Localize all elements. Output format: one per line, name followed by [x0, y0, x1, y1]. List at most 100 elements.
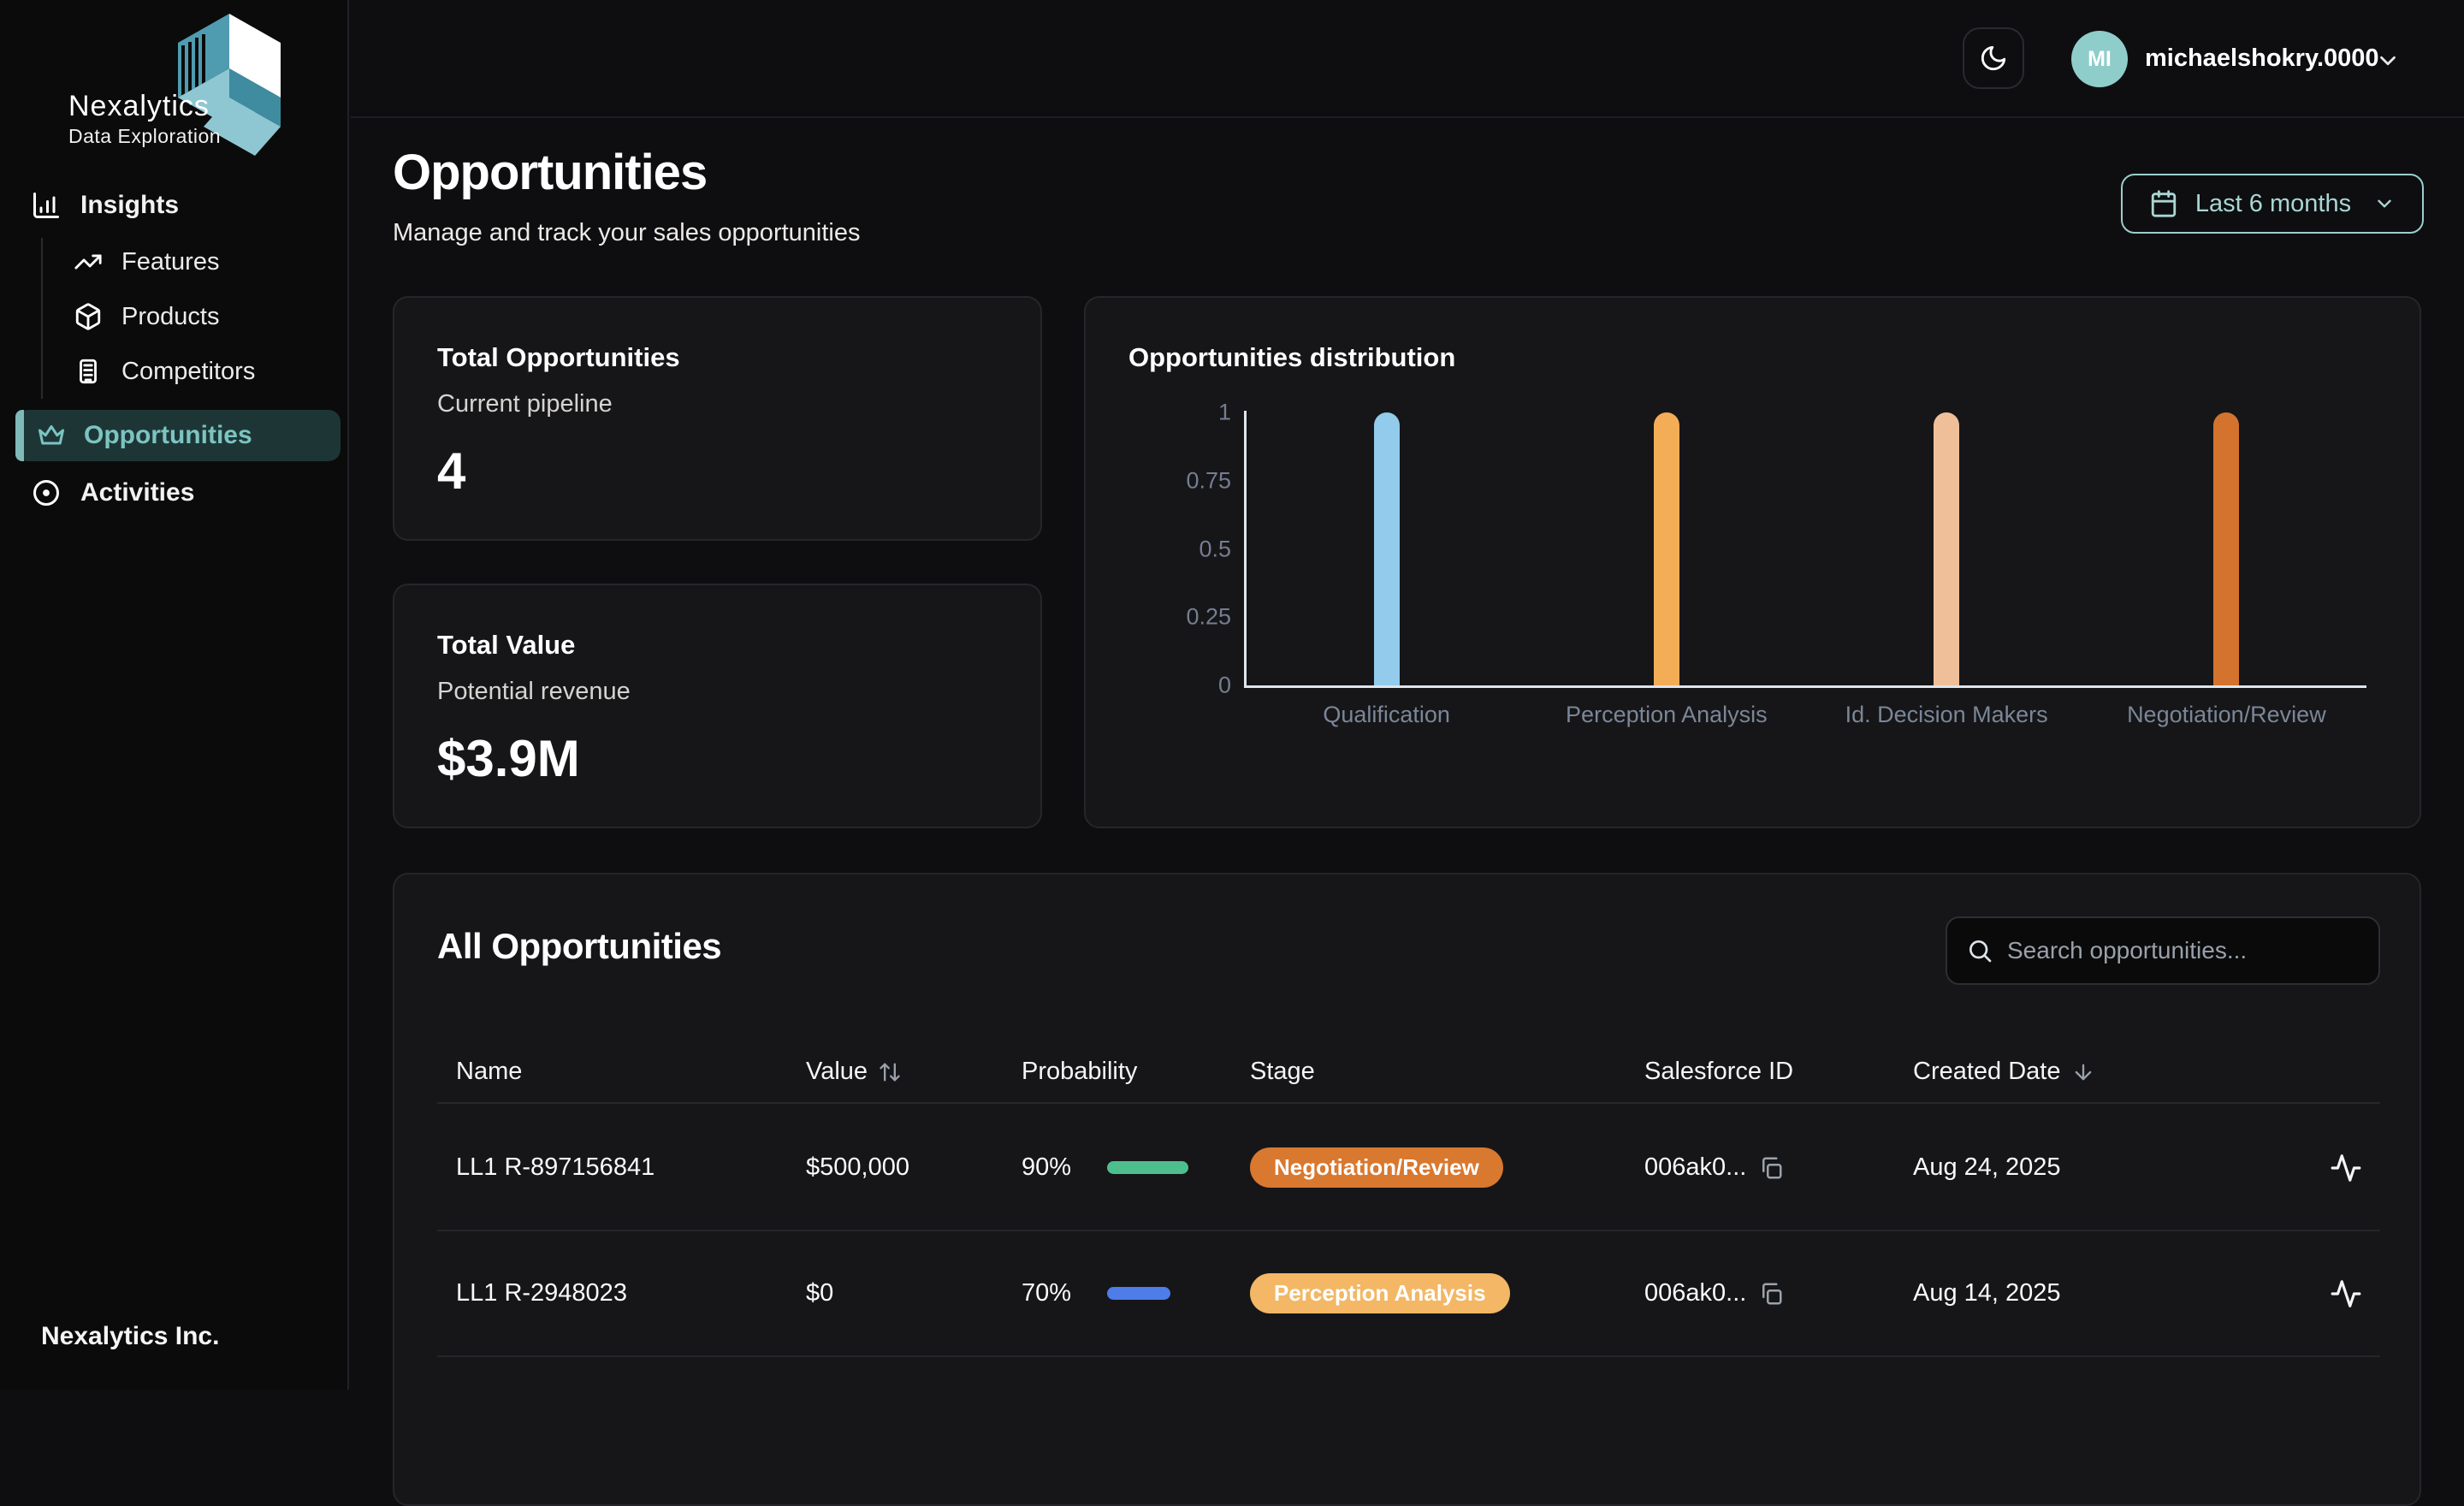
y-tick-label: 0.25 — [1120, 604, 1231, 631]
cell-actions — [2312, 1152, 2380, 1184]
circle-dot-icon — [31, 477, 62, 508]
cell-created-date: Aug 14, 2025 — [1913, 1279, 2312, 1307]
sidebar-item-products[interactable]: Products — [74, 302, 219, 331]
probability-label: 90% — [1022, 1153, 1071, 1182]
cell-stage: Negotiation/Review — [1250, 1147, 1644, 1188]
cell-salesforce-id: 006ak0... — [1644, 1153, 1913, 1182]
sidebar-item-label: Insights — [80, 191, 179, 220]
copy-icon[interactable] — [1758, 1281, 1784, 1307]
stat-subtitle: Potential revenue — [437, 678, 631, 706]
table-header-row: Name Value Probability Stage Salesforce … — [437, 1041, 2380, 1104]
bar-column — [2087, 412, 2366, 685]
date-range-select[interactable]: Last 6 months — [2121, 174, 2424, 234]
crown-icon — [36, 420, 67, 451]
sidebar-item-insights[interactable]: Insights — [31, 190, 179, 221]
y-tick-label: 1 — [1120, 400, 1231, 426]
probability-bar — [1107, 1287, 1197, 1300]
search-icon — [1966, 937, 1993, 964]
bar-qualification — [1374, 412, 1400, 685]
theme-toggle-button[interactable] — [1963, 27, 2024, 89]
sidebar-item-features[interactable]: Features — [74, 247, 219, 276]
cell-probability: 90% — [1022, 1153, 1250, 1182]
salesforce-id-text: 006ak0... — [1644, 1153, 1746, 1182]
salesforce-id-text: 006ak0... — [1644, 1279, 1746, 1307]
stat-value: 4 — [437, 442, 465, 501]
sort-up-down-icon — [878, 1060, 902, 1084]
moon-icon — [1979, 44, 2008, 73]
stat-title: Total Value — [437, 630, 575, 661]
sidebar-item-opportunities[interactable]: Opportunities — [15, 410, 341, 461]
building-icon — [74, 357, 103, 386]
column-header-value[interactable]: Value — [806, 1058, 1022, 1086]
sidebar-item-activities[interactable]: Activities — [31, 477, 194, 508]
probability-bar-fill — [1107, 1161, 1188, 1174]
column-header-probability[interactable]: Probability — [1022, 1058, 1250, 1086]
stat-title: Total Opportunities — [437, 342, 680, 373]
chart-column-icon — [31, 190, 62, 221]
y-tick-label: 0.5 — [1120, 537, 1231, 563]
opportunities-distribution-card: Opportunities distribution 1 0.75 0.5 0.… — [1084, 296, 2421, 828]
stage-badge: Perception Analysis — [1250, 1273, 1510, 1313]
brand-tagline: Data Exploration — [68, 125, 221, 148]
x-axis-line — [1244, 685, 2366, 688]
cell-stage: Perception Analysis — [1250, 1273, 1644, 1313]
page-subtitle: Manage and track your sales opportunitie… — [393, 219, 860, 247]
y-tick-label: 0 — [1120, 673, 1231, 699]
cell-actions — [2312, 1278, 2380, 1310]
bar-column — [1247, 412, 1526, 685]
x-axis-labels: QualificationPerception AnalysisId. Deci… — [1247, 702, 2366, 728]
sidebar: Nexalytics Data Exploration Insights Fea… — [0, 0, 349, 1390]
all-opportunities-card: All Opportunities Name Value Probability… — [393, 873, 2421, 1506]
column-header-stage[interactable]: Stage — [1250, 1058, 1644, 1086]
table-body: LL1 R-897156841$500,00090% Negotiation/Re… — [437, 1106, 2380, 1357]
sort-down-icon — [2071, 1060, 2095, 1084]
bar-perception-analysis — [1654, 412, 1679, 685]
active-accent-bar — [15, 410, 24, 461]
chevron-down-icon — [2373, 193, 2396, 215]
brand-logo: Nexalytics Data Exploration — [68, 9, 299, 158]
sidebar-item-label: Opportunities — [84, 421, 252, 450]
cell-value: $0 — [806, 1279, 1022, 1307]
calendar-icon — [2149, 189, 2178, 218]
avatar[interactable]: MI — [2071, 31, 2128, 87]
chevron-down-icon[interactable] — [2375, 48, 2401, 74]
activity-pulse-icon[interactable] — [2330, 1278, 2362, 1310]
table-row[interactable]: LL1 R-897156841$500,00090% Negotiation/Re… — [437, 1106, 2380, 1231]
username[interactable]: michaelshokry.0000 — [2145, 44, 2379, 73]
x-tick-label: Perception Analysis — [1526, 702, 1806, 728]
copy-icon[interactable] — [1758, 1155, 1784, 1181]
search-box — [1946, 916, 2380, 985]
bar-column — [1807, 412, 2087, 685]
stat-subtitle: Current pipeline — [437, 390, 613, 418]
column-header-name[interactable]: Name — [456, 1058, 806, 1086]
activity-pulse-icon[interactable] — [2330, 1152, 2362, 1184]
avatar-initials: MI — [2088, 47, 2112, 72]
table-row[interactable]: LL1 R-2948023$070% Perception Analysis 006… — [437, 1231, 2380, 1357]
sidebar-item-competitors[interactable]: Competitors — [74, 357, 255, 386]
x-tick-label: Id. Decision Makers — [1807, 702, 2087, 728]
cell-name: LL1 R-2948023 — [456, 1279, 806, 1307]
search-input[interactable] — [2007, 937, 2360, 964]
company-footer: Nexalytics Inc. — [41, 1322, 219, 1351]
cell-value: $500,000 — [806, 1153, 1022, 1182]
package-icon — [74, 302, 103, 331]
page-title: Opportunities — [393, 144, 707, 201]
table-title: All Opportunities — [437, 926, 721, 967]
sidebar-item-label: Activities — [80, 478, 194, 507]
cell-probability: 70% — [1022, 1279, 1250, 1307]
column-header-salesforce-id[interactable]: Salesforce ID — [1644, 1058, 1913, 1086]
cell-salesforce-id: 006ak0... — [1644, 1279, 1913, 1307]
stage-badge: Negotiation/Review — [1250, 1147, 1503, 1188]
bar-negotiation-review — [2213, 412, 2239, 685]
probability-bar — [1107, 1161, 1197, 1174]
bar-column — [1526, 412, 1806, 685]
column-header-created-date[interactable]: Created Date — [1913, 1058, 2312, 1086]
cell-name: LL1 R-897156841 — [456, 1153, 806, 1182]
y-tick-label: 0.75 — [1120, 468, 1231, 495]
total-value-card: Total Value Potential revenue $3.9M — [393, 584, 1042, 828]
chart-title: Opportunities distribution — [1128, 342, 1455, 373]
probability-label: 70% — [1022, 1279, 1071, 1307]
topbar: MI michaelshokry.0000 — [351, 0, 2464, 118]
stat-value: $3.9M — [437, 729, 580, 788]
date-range-label: Last 6 months — [2195, 190, 2351, 218]
